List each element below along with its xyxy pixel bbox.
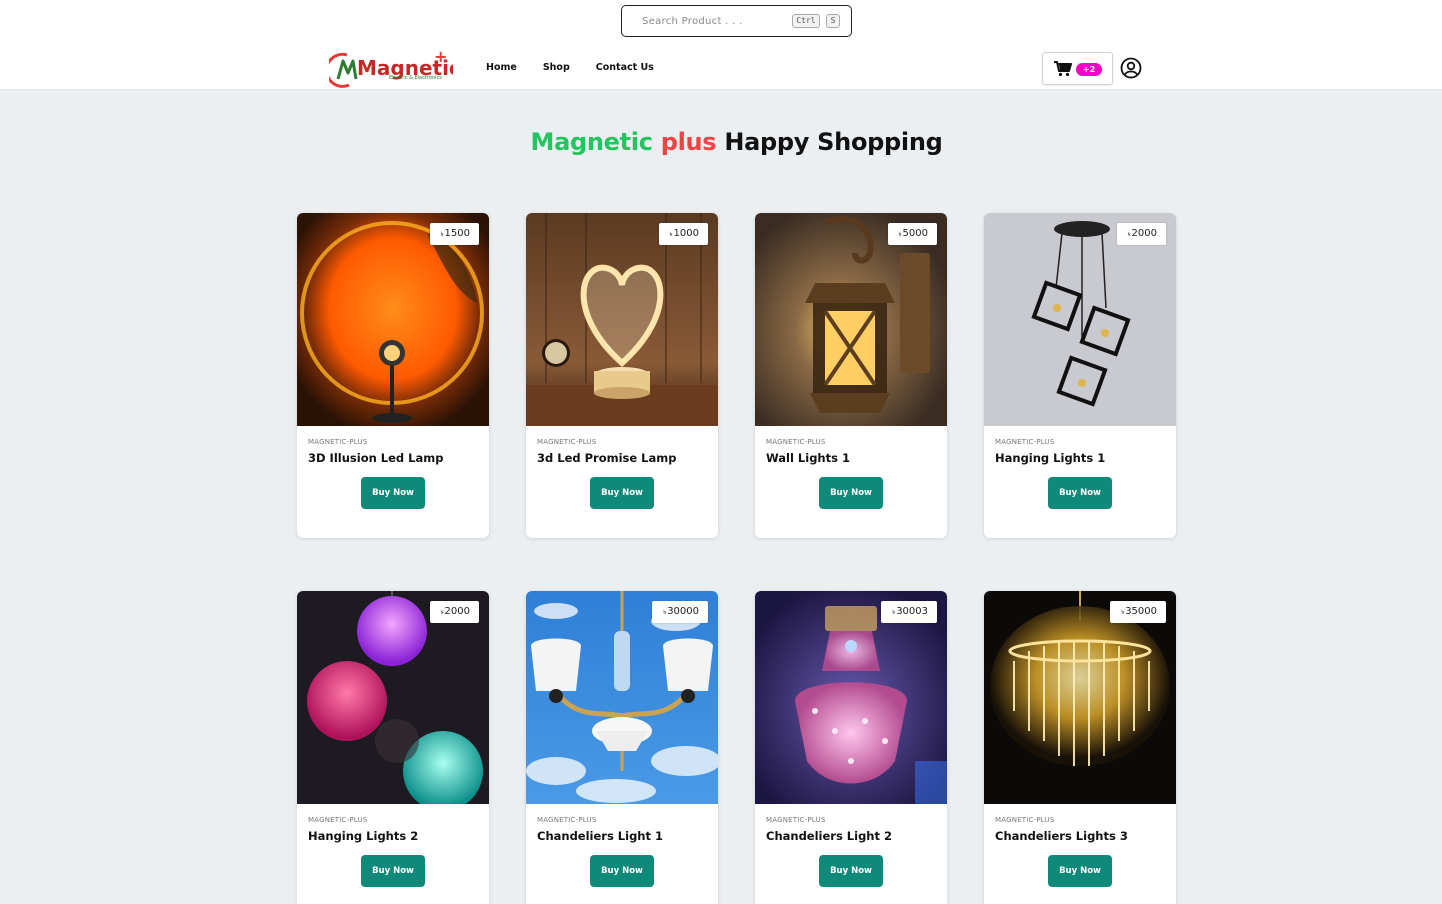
buy-now-button[interactable]: Buy Now xyxy=(1048,477,1112,509)
price-tag: ৳35000 xyxy=(1110,601,1166,623)
product-brand: MAGNETIC-PLUS xyxy=(308,816,368,824)
price-tag: ৳2000 xyxy=(1116,223,1166,245)
search-input[interactable] xyxy=(642,12,792,30)
price-tag: ৳2000 xyxy=(429,601,479,623)
product-name[interactable]: 3D Illusion Led Lamp xyxy=(308,451,443,465)
price-tag: ৳30000 xyxy=(652,601,708,623)
price-tag: ৳5000 xyxy=(887,223,937,245)
product-brand: MAGNETIC-PLUS xyxy=(308,438,368,446)
nav-home[interactable]: Home xyxy=(486,62,517,73)
buy-now-button[interactable]: Buy Now xyxy=(819,477,883,509)
price-tag: ৳1500 xyxy=(429,223,479,245)
product-name[interactable]: Wall Lights 1 xyxy=(766,451,850,465)
site-logo[interactable]: Magnetic + Electric & Electronics xyxy=(325,47,461,89)
buy-now-button[interactable]: Buy Now xyxy=(361,855,425,887)
product-card[interactable]: ৳30000 MAGNETIC-PLUS Chandeliers Light 1… xyxy=(526,591,718,904)
cart-icon xyxy=(1054,61,1072,77)
product-brand: MAGNETIC-PLUS xyxy=(537,438,597,446)
s-key-hint: S xyxy=(826,14,840,28)
product-name[interactable]: Hanging Lights 2 xyxy=(308,829,418,843)
svg-text:+: + xyxy=(434,49,447,66)
buy-now-button[interactable]: Buy Now xyxy=(1048,855,1112,887)
product-name[interactable]: 3d Led Promise Lamp xyxy=(537,451,676,465)
product-card[interactable]: ৳2000 MAGNETIC-PLUS Hanging Lights 1 Buy… xyxy=(984,213,1176,538)
buy-now-button[interactable]: Buy Now xyxy=(590,477,654,509)
product-card[interactable]: ৳5000 MAGNETIC-PLUS Wall Lights 1 Buy No… xyxy=(755,213,947,538)
nav-shop[interactable]: Shop xyxy=(543,62,570,73)
product-name[interactable]: Hanging Lights 1 xyxy=(995,451,1105,465)
user-account-icon[interactable] xyxy=(1120,57,1142,79)
product-card[interactable]: ৳30003 MAGNETIC-PLUS Chandeliers Light 2… xyxy=(755,591,947,904)
product-brand: MAGNETIC-PLUS xyxy=(766,816,826,824)
search-box[interactable]: Ctrl S xyxy=(621,5,852,37)
main-nav: Home Shop Contact Us xyxy=(486,62,680,73)
product-brand: MAGNETIC-PLUS xyxy=(766,438,826,446)
buy-now-button[interactable]: Buy Now xyxy=(361,477,425,509)
product-card[interactable]: ৳1500 MAGNETIC-PLUS 3D Illusion Led Lamp… xyxy=(297,213,489,538)
product-name[interactable]: Chandeliers Light 1 xyxy=(537,829,663,843)
price-tag: ৳30003 xyxy=(881,601,937,623)
buy-now-button[interactable]: Buy Now xyxy=(590,855,654,887)
buy-now-button[interactable]: Buy Now xyxy=(819,855,883,887)
product-brand: MAGNETIC-PLUS xyxy=(995,438,1055,446)
product-card[interactable]: ৳2000 MAGNETIC-PLUS Hanging Lights 2 Buy… xyxy=(297,591,489,904)
nav-contact-us[interactable]: Contact Us xyxy=(596,62,654,73)
product-card[interactable]: ৳35000 MAGNETIC-PLUS Chandeliers Lights … xyxy=(984,591,1176,904)
product-name[interactable]: Chandeliers Light 2 xyxy=(766,829,892,843)
product-brand: MAGNETIC-PLUS xyxy=(537,816,597,824)
cart-button[interactable]: +2 xyxy=(1042,52,1113,85)
cart-count-badge: +2 xyxy=(1076,63,1102,76)
logo-subtitle: Electric & Electronics xyxy=(389,75,442,81)
page-title: Magnetic plus Happy Shopping xyxy=(530,128,943,156)
product-name[interactable]: Chandeliers Lights 3 xyxy=(995,829,1128,843)
ctrl-key-hint: Ctrl xyxy=(792,14,820,28)
site-header: Ctrl S Magnetic + Electric & Electronics… xyxy=(0,0,1442,90)
product-brand: MAGNETIC-PLUS xyxy=(995,816,1055,824)
product-card[interactable]: ৳1000 MAGNETIC-PLUS 3d Led Promise Lamp … xyxy=(526,213,718,538)
price-tag: ৳1000 xyxy=(658,223,708,245)
